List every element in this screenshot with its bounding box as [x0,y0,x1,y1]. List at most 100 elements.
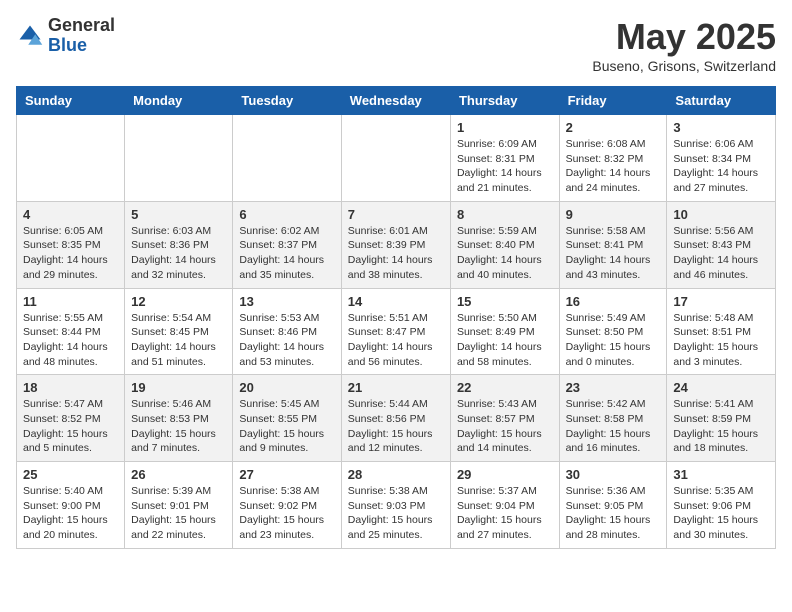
day-number: 11 [23,294,118,309]
day-number: 13 [239,294,334,309]
day-number: 7 [348,207,444,222]
day-info: Sunrise: 5:59 AM Sunset: 8:40 PM Dayligh… [457,224,553,283]
calendar-cell: 11 Sunrise: 5:55 AM Sunset: 8:44 PM Dayli… [17,288,125,375]
calendar-cell [125,115,233,202]
day-info: Sunrise: 5:37 AM Sunset: 9:04 PM Dayligh… [457,484,553,543]
calendar-cell: 1 Sunrise: 6:09 AM Sunset: 8:31 PM Daylig… [450,115,559,202]
day-info: Sunrise: 6:09 AM Sunset: 8:31 PM Dayligh… [457,137,553,196]
day-info: Sunrise: 6:05 AM Sunset: 8:35 PM Dayligh… [23,224,118,283]
day-number: 19 [131,380,226,395]
day-number: 5 [131,207,226,222]
calendar-cell: 9 Sunrise: 5:58 AM Sunset: 8:41 PM Daylig… [559,201,667,288]
day-info: Sunrise: 5:55 AM Sunset: 8:44 PM Dayligh… [23,311,118,370]
day-number: 22 [457,380,553,395]
day-number: 31 [673,467,769,482]
day-number: 1 [457,120,553,135]
day-info: Sunrise: 5:58 AM Sunset: 8:41 PM Dayligh… [566,224,661,283]
day-info: Sunrise: 5:39 AM Sunset: 9:01 PM Dayligh… [131,484,226,543]
day-info: Sunrise: 5:47 AM Sunset: 8:52 PM Dayligh… [23,397,118,456]
calendar-cell: 14Sunrise: 5:51 AM Sunset: 8:47 PM Dayli… [341,288,450,375]
day-number: 29 [457,467,553,482]
day-number: 27 [239,467,334,482]
day-number: 25 [23,467,118,482]
calendar-cell: 29 Sunrise: 5:37 AM Sunset: 9:04 PM Dayli… [450,462,559,549]
day-number: 4 [23,207,118,222]
calendar-week-3: 11 Sunrise: 5:55 AM Sunset: 8:44 PM Dayli… [17,288,776,375]
logo-blue: Blue [48,36,115,56]
calendar-cell: 23 Sunrise: 5:42 AM Sunset: 8:58 PM Dayli… [559,375,667,462]
calendar-cell: 21 Sunrise: 5:44 AM Sunset: 8:56 PM Dayli… [341,375,450,462]
day-info: Sunrise: 5:46 AM Sunset: 8:53 PM Dayligh… [131,397,226,456]
calendar-week-5: 25 Sunrise: 5:40 AM Sunset: 9:00 PM Dayli… [17,462,776,549]
calendar-cell: 10Sunrise: 5:56 AM Sunset: 8:43 PM Dayli… [667,201,776,288]
day-number: 15 [457,294,553,309]
day-header-monday: Monday [125,87,233,115]
calendar-cell: 18 Sunrise: 5:47 AM Sunset: 8:52 PM Dayli… [17,375,125,462]
page-header: General Blue May 2025 Buseno, Grisons, S… [16,16,776,74]
day-info: Sunrise: 6:06 AM Sunset: 8:34 PM Dayligh… [673,137,769,196]
day-header-tuesday: Tuesday [233,87,341,115]
day-number: 9 [566,207,661,222]
calendar-cell: 30 Sunrise: 5:36 AM Sunset: 9:05 PM Dayli… [559,462,667,549]
day-header-saturday: Saturday [667,87,776,115]
calendar-cell [341,115,450,202]
day-number: 30 [566,467,661,482]
calendar-cell: 19 Sunrise: 5:46 AM Sunset: 8:53 PM Dayli… [125,375,233,462]
day-number: 6 [239,207,334,222]
day-info: Sunrise: 5:38 AM Sunset: 9:02 PM Dayligh… [239,484,334,543]
logo-text: General Blue [48,16,115,56]
calendar-week-4: 18 Sunrise: 5:47 AM Sunset: 8:52 PM Dayli… [17,375,776,462]
day-number: 23 [566,380,661,395]
day-info: Sunrise: 5:42 AM Sunset: 8:58 PM Dayligh… [566,397,661,456]
calendar-cell: 20Sunrise: 5:45 AM Sunset: 8:55 PM Dayli… [233,375,341,462]
day-number: 14 [348,294,444,309]
calendar-header-row: SundayMondayTuesdayWednesdayThursdayFrid… [17,87,776,115]
day-header-friday: Friday [559,87,667,115]
day-number: 2 [566,120,661,135]
day-info: Sunrise: 5:40 AM Sunset: 9:00 PM Dayligh… [23,484,118,543]
logo-general: General [48,16,115,36]
calendar-cell: 31Sunrise: 5:35 AM Sunset: 9:06 PM Dayli… [667,462,776,549]
calendar-cell: 12Sunrise: 5:54 AM Sunset: 8:45 PM Dayli… [125,288,233,375]
day-info: Sunrise: 5:45 AM Sunset: 8:55 PM Dayligh… [239,397,334,456]
calendar: SundayMondayTuesdayWednesdayThursdayFrid… [16,86,776,549]
calendar-week-1: 1 Sunrise: 6:09 AM Sunset: 8:31 PM Daylig… [17,115,776,202]
month-title: May 2025 [592,16,776,58]
day-header-wednesday: Wednesday [341,87,450,115]
day-number: 17 [673,294,769,309]
calendar-cell: 7 Sunrise: 6:01 AM Sunset: 8:39 PM Daylig… [341,201,450,288]
calendar-cell: 25 Sunrise: 5:40 AM Sunset: 9:00 PM Dayli… [17,462,125,549]
calendar-cell: 28Sunrise: 5:38 AM Sunset: 9:03 PM Dayli… [341,462,450,549]
calendar-cell: 8 Sunrise: 5:59 AM Sunset: 8:40 PM Daylig… [450,201,559,288]
calendar-week-2: 4 Sunrise: 6:05 AM Sunset: 8:35 PM Daylig… [17,201,776,288]
logo-icon [16,22,44,50]
calendar-cell: 3 Sunrise: 6:06 AM Sunset: 8:34 PM Daylig… [667,115,776,202]
day-info: Sunrise: 6:01 AM Sunset: 8:39 PM Dayligh… [348,224,444,283]
day-info: Sunrise: 5:41 AM Sunset: 8:59 PM Dayligh… [673,397,769,456]
day-number: 28 [348,467,444,482]
day-number: 21 [348,380,444,395]
day-number: 8 [457,207,553,222]
day-info: Sunrise: 6:02 AM Sunset: 8:37 PM Dayligh… [239,224,334,283]
day-number: 12 [131,294,226,309]
day-info: Sunrise: 6:08 AM Sunset: 8:32 PM Dayligh… [566,137,661,196]
day-number: 16 [566,294,661,309]
location: Buseno, Grisons, Switzerland [592,58,776,74]
calendar-cell: 2 Sunrise: 6:08 AM Sunset: 8:32 PM Daylig… [559,115,667,202]
day-info: Sunrise: 6:03 AM Sunset: 8:36 PM Dayligh… [131,224,226,283]
calendar-cell: 5 Sunrise: 6:03 AM Sunset: 8:36 PM Daylig… [125,201,233,288]
calendar-cell: 16 Sunrise: 5:49 AM Sunset: 8:50 PM Dayli… [559,288,667,375]
day-info: Sunrise: 5:49 AM Sunset: 8:50 PM Dayligh… [566,311,661,370]
day-info: Sunrise: 5:48 AM Sunset: 8:51 PM Dayligh… [673,311,769,370]
calendar-cell: 6 Sunrise: 6:02 AM Sunset: 8:37 PM Daylig… [233,201,341,288]
calendar-cell [17,115,125,202]
calendar-cell: 24Sunrise: 5:41 AM Sunset: 8:59 PM Dayli… [667,375,776,462]
day-info: Sunrise: 5:36 AM Sunset: 9:05 PM Dayligh… [566,484,661,543]
day-number: 3 [673,120,769,135]
title-area: May 2025 Buseno, Grisons, Switzerland [592,16,776,74]
calendar-cell: 15Sunrise: 5:50 AM Sunset: 8:49 PM Dayli… [450,288,559,375]
day-number: 18 [23,380,118,395]
day-info: Sunrise: 5:44 AM Sunset: 8:56 PM Dayligh… [348,397,444,456]
day-info: Sunrise: 5:43 AM Sunset: 8:57 PM Dayligh… [457,397,553,456]
calendar-cell: 4 Sunrise: 6:05 AM Sunset: 8:35 PM Daylig… [17,201,125,288]
